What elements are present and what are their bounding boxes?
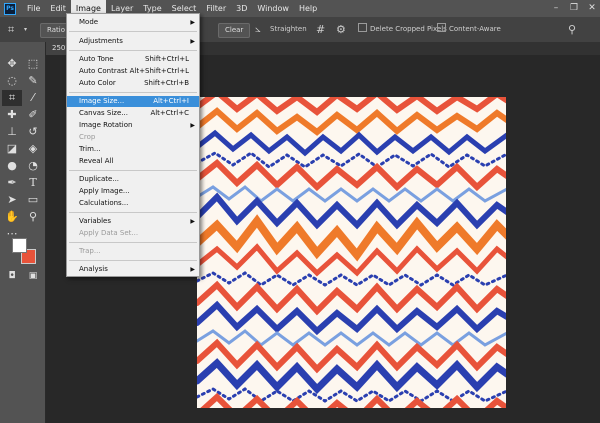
delete-cropped-checkbox[interactable]: Delete Cropped Pixels	[358, 17, 447, 42]
quick-mask-icon[interactable]: ◘	[2, 268, 22, 284]
menu-item-apply-image[interactable]: Apply Image...	[67, 186, 199, 197]
menu-item-variables[interactable]: Variables ▶	[67, 216, 199, 227]
submenu-arrow-icon: ▶	[190, 218, 195, 225]
menu-item-canvas-size[interactable]: Canvas Size... Alt+Ctrl+C	[67, 108, 199, 119]
stamp-icon[interactable]: ⊥	[2, 124, 22, 140]
menu-item-image-rotation[interactable]: Image Rotation ▶	[67, 120, 199, 131]
straighten-label[interactable]: Straighten	[270, 17, 307, 42]
foreground-color-swatch[interactable]	[12, 238, 27, 253]
menu-item-image-size[interactable]: Image Size... Alt+Ctrl+I	[67, 96, 199, 107]
screen-mode-icon[interactable]: ▣	[23, 268, 43, 284]
submenu-arrow-icon: ▶	[190, 122, 195, 129]
marquee-icon[interactable]: ⬚	[23, 56, 43, 72]
grid-overlay-icon[interactable]: #	[316, 17, 325, 42]
menu-separator	[69, 170, 197, 171]
menu-separator	[69, 50, 197, 51]
close-icon[interactable]: ✕	[584, 0, 600, 17]
dodge-icon[interactable]: ◔	[23, 158, 43, 174]
minimize-icon[interactable]: –	[548, 0, 564, 17]
eraser-icon[interactable]: ◪	[2, 141, 22, 157]
content-aware-checkbox[interactable]: Content-Aware	[437, 17, 501, 42]
healing-icon[interactable]: ✚	[2, 107, 22, 123]
tools-panel: ✥ ⬚ ◌ ✎ ⌗ ⁄ ✚ ✐ ⊥ ↺ ◪ ◈ ● ◔ ✒ T ➤ ▭ ✋ ⚲ …	[0, 42, 46, 423]
menu-separator	[69, 212, 197, 213]
delete-cropped-label: Delete Cropped Pixels	[370, 25, 447, 33]
menu-filter[interactable]: Filter	[201, 0, 231, 17]
menu-separator	[69, 31, 197, 32]
path-select-icon[interactable]: ➤	[2, 192, 22, 208]
gear-icon[interactable]: ⚙	[336, 17, 346, 42]
move-icon[interactable]: ✥	[2, 56, 22, 72]
photoshop-logo: Ps	[4, 2, 16, 15]
menu-item-calculations[interactable]: Calculations...	[67, 198, 199, 209]
menu-item-auto-contrast[interactable]: Auto Contrast Alt+Shift+Ctrl+L	[67, 66, 199, 77]
checkbox-icon[interactable]	[358, 23, 367, 32]
menu-item-adjustments[interactable]: Adjustments ▶	[67, 36, 199, 47]
submenu-arrow-icon: ▶	[190, 38, 195, 45]
blur-icon[interactable]: ●	[2, 158, 22, 174]
pen-icon[interactable]: ✒	[2, 175, 22, 191]
content-aware-label: Content-Aware	[449, 25, 501, 33]
menu-file[interactable]: File	[22, 0, 45, 17]
checkbox-icon[interactable]	[437, 23, 446, 32]
brush-icon[interactable]: ✐	[23, 107, 43, 123]
menu-separator	[69, 92, 197, 93]
menu-item-duplicate[interactable]: Duplicate...	[67, 174, 199, 185]
shape-icon[interactable]: ▭	[23, 192, 43, 208]
bucket-icon[interactable]: ◈	[23, 141, 43, 157]
history-brush-icon[interactable]: ↺	[23, 124, 43, 140]
menu-item-auto-tone[interactable]: Auto Tone Shift+Ctrl+L	[67, 54, 199, 65]
crop-tool-icon[interactable]: ⌗	[8, 17, 14, 42]
submenu-arrow-icon: ▶	[190, 266, 195, 273]
menu-item-auto-color[interactable]: Auto Color Shift+Ctrl+B	[67, 78, 199, 89]
menu-help[interactable]: Help	[294, 0, 322, 17]
eyedropper-icon[interactable]: ⁄	[23, 90, 43, 106]
menu-item-mode[interactable]: Mode ▶	[67, 17, 199, 28]
image-menu-dropdown: Mode ▶ Adjustments ▶ Auto Tone Shift+Ctrl+L…	[66, 13, 200, 277]
menu-item-analysis[interactable]: Analysis ▶	[67, 264, 199, 275]
menu-item-reveal-all[interactable]: Reveal All	[67, 156, 199, 167]
restore-icon[interactable]: ❐	[566, 0, 582, 17]
type-icon[interactable]: T	[23, 175, 43, 191]
menu-item-trim[interactable]: Trim...	[67, 144, 199, 155]
straighten-icon[interactable]: ⦣	[255, 17, 261, 42]
crop-icon[interactable]: ⌗	[2, 90, 22, 106]
menu-item-trap: Trap...	[79, 247, 101, 255]
search-icon[interactable]: ⚲	[568, 17, 576, 42]
zoom-icon[interactable]: ⚲	[23, 209, 43, 225]
chevron-down-icon[interactable]: ▾	[24, 17, 27, 42]
menu-item-apply-data-set: Apply Data Set...	[79, 229, 139, 237]
chevron-pattern-image	[197, 97, 506, 408]
menu-3d[interactable]: 3D	[231, 0, 252, 17]
clear-button[interactable]: Clear	[218, 23, 251, 38]
menu-separator	[69, 260, 197, 261]
submenu-arrow-icon: ▶	[190, 19, 195, 26]
document-canvas[interactable]	[197, 97, 506, 408]
menu-item-crop: Crop	[79, 133, 96, 141]
menu-separator	[69, 242, 197, 243]
quick-select-icon[interactable]: ✎	[23, 73, 43, 89]
hand-icon[interactable]: ✋	[2, 209, 22, 225]
lasso-icon[interactable]: ◌	[2, 73, 22, 89]
menu-window[interactable]: Window	[252, 0, 294, 17]
